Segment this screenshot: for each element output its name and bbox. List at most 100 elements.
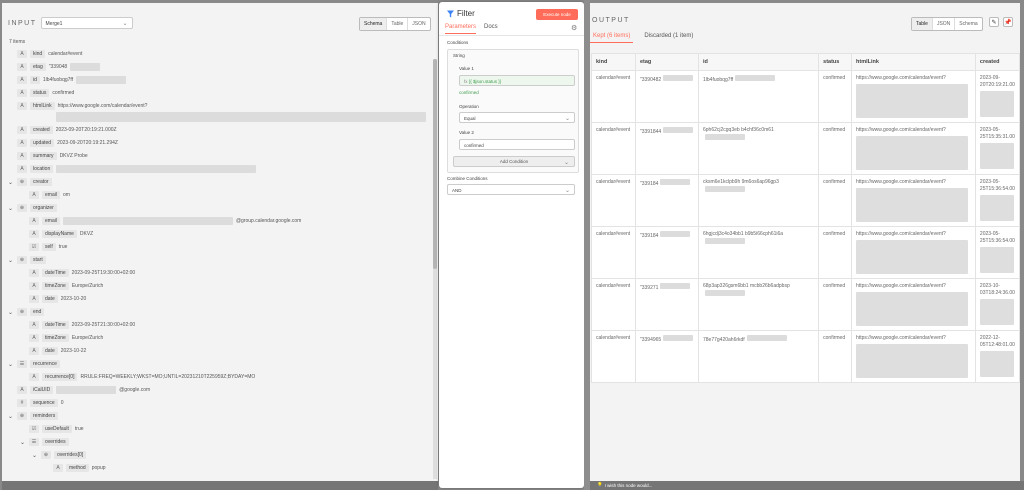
pin-icon[interactable]: 📌 <box>1003 17 1013 27</box>
table-row[interactable]: calendar#event "339184 cksm6e1kclpb9h 9m6o… <box>591 174 1021 227</box>
field-key[interactable]: timeZone <box>42 282 69 290</box>
field-key[interactable]: displayName <box>42 230 77 238</box>
cell-text: "3391844 <box>639 129 662 135</box>
cell-text: https://www.google.com/calendar/event? <box>856 179 946 185</box>
cell-text: confirmed <box>823 231 846 237</box>
field-key[interactable]: start <box>30 256 46 264</box>
field-type-icon: ☰ <box>17 360 27 368</box>
field-type-icon: A <box>17 126 27 134</box>
redacted-value <box>660 283 691 289</box>
feedback-link[interactable]: 💡 I wish this node would... <box>597 482 652 488</box>
redacted-value <box>979 247 1014 273</box>
cell-text: confirmed <box>823 283 846 289</box>
field-key[interactable]: method <box>66 464 89 472</box>
output-view-table[interactable]: Table <box>912 18 933 30</box>
node-select[interactable]: Merge1 ⌄ <box>40 17 133 29</box>
redacted-value <box>56 112 426 122</box>
value2-input[interactable]: confirmed <box>459 139 575 150</box>
cell-text: calendar#event <box>596 127 631 133</box>
cell-text: "339271 <box>639 285 659 291</box>
field-key[interactable]: end <box>30 308 45 316</box>
field-type-icon: A <box>17 152 27 160</box>
field-key[interactable]: recurrence <box>30 360 60 368</box>
chevron-down-icon[interactable]: ⌄ <box>8 361 14 368</box>
table-row[interactable]: calendar#event "3390482 1lb4fuobqg7ff confi… <box>591 70 1021 123</box>
field-type-icon: A <box>29 373 39 381</box>
output-view-schema[interactable]: Schema <box>955 18 981 30</box>
field-key[interactable]: created <box>30 126 53 134</box>
input-view-json[interactable]: JSON <box>408 18 429 30</box>
field-key[interactable]: overrides <box>42 438 69 446</box>
redacted-value <box>56 386 117 394</box>
string-label: String <box>453 53 465 58</box>
field-value: popup <box>91 465 106 471</box>
field-key[interactable]: etag <box>30 63 46 71</box>
field-key[interactable]: overrides[0] <box>54 451 87 459</box>
field-key[interactable]: useDefault <box>42 425 72 433</box>
edit-icon[interactable]: ✎ <box>989 17 999 27</box>
combine-select[interactable]: AND ⌄ <box>447 184 575 195</box>
field-key[interactable]: email <box>42 217 60 225</box>
field-key[interactable]: organizer <box>30 204 57 212</box>
field-key[interactable]: htmlLink <box>30 102 55 110</box>
redacted-value <box>979 351 1014 377</box>
field-key[interactable]: self <box>42 243 56 251</box>
table-row[interactable]: calendar#event "339184 6hgjcdj3c4o34bb1 b9… <box>591 226 1021 279</box>
chevron-down-icon[interactable]: ⌄ <box>8 179 14 186</box>
cell-text: https://www.google.com/calendar/event? <box>856 283 946 289</box>
field-key[interactable]: recurrence[0] <box>42 373 78 381</box>
add-condition-button[interactable]: Add Condition ⌄ <box>453 156 575 167</box>
schema-field: AiCalUID @google.com <box>8 385 150 395</box>
gear-icon[interactable]: ⚙ <box>571 24 577 32</box>
schema-field: ⌄ ⊕ overrides[0] <box>32 450 87 460</box>
table-row[interactable]: calendar#event "339271 68p3ap326gsm6bb1 mc… <box>591 278 1021 331</box>
field-key[interactable]: date <box>42 347 58 355</box>
field-key[interactable]: location <box>30 165 54 173</box>
field-key[interactable]: status <box>30 89 50 97</box>
field-key[interactable]: kind <box>30 50 46 58</box>
chevron-down-icon[interactable]: ⌄ <box>32 452 38 459</box>
tab-docs[interactable]: Docs <box>484 24 498 34</box>
value2-label: Value 2 <box>459 130 474 135</box>
field-key[interactable]: reminders <box>30 412 59 420</box>
field-key[interactable]: id <box>30 76 40 84</box>
tab-kept[interactable]: Kept (6 items) <box>590 31 634 43</box>
operation-select[interactable]: Equal ⌄ <box>459 112 575 123</box>
execute-node-button[interactable]: Execute node <box>536 9 578 20</box>
chevron-down-icon[interactable]: ⌄ <box>8 257 14 264</box>
table-cell-created: 2022-12-05T12:48:01.00 <box>974 330 1021 383</box>
field-key[interactable]: iCalUID <box>30 386 54 394</box>
field-key[interactable]: dateTime <box>42 321 69 329</box>
field-key[interactable]: summary <box>30 152 57 160</box>
field-key[interactable]: email <box>42 191 60 199</box>
chevron-down-icon[interactable]: ⌄ <box>20 439 26 446</box>
output-view-json[interactable]: JSON <box>933 18 956 30</box>
tab-parameters[interactable]: Parameters <box>445 24 477 34</box>
input-view-table[interactable]: Table <box>387 18 409 30</box>
cell-text: 2023-10-03T18:24:36.00 <box>979 283 1015 296</box>
field-key[interactable]: timeZone <box>42 334 69 342</box>
scrollbar-thumb[interactable] <box>433 59 437 269</box>
input-view-schema[interactable]: Schema <box>360 18 388 30</box>
chevron-down-icon[interactable]: ⌄ <box>8 413 14 420</box>
field-key[interactable]: date <box>42 295 58 303</box>
chevron-down-icon[interactable]: ⌄ <box>8 205 14 212</box>
table-row[interactable]: calendar#event "3394965 78e77g420ah6rkdf co… <box>591 330 1021 383</box>
table-cell-kind: calendar#event <box>591 122 636 175</box>
field-key[interactable]: dateTime <box>42 269 69 277</box>
table-row[interactable]: calendar#event "3391844 6ph62cj2cgq3eb b4c… <box>591 122 1021 175</box>
tab-discarded[interactable]: Discarded (1 item) <box>641 31 696 43</box>
value1-input[interactable]: fx {{ $json.status }} <box>459 75 575 86</box>
output-title: OUTPUT <box>592 17 630 24</box>
field-type-icon: ⊕ <box>17 308 27 316</box>
field-key[interactable]: updated <box>30 139 55 147</box>
schema-field: ☑ self true <box>20 242 67 252</box>
value1-expression: {{ $json.status }} <box>468 79 502 84</box>
node-select-value: Merge1 <box>45 21 63 27</box>
cell-text: "339184 <box>639 181 659 187</box>
field-key[interactable]: sequence <box>30 399 58 407</box>
schema-field: Aetag "339048 <box>8 62 101 72</box>
chevron-down-icon[interactable]: ⌄ <box>8 309 14 316</box>
schema-field: AdateTime 2023-09-25T21:30:00+02:00 <box>20 320 135 330</box>
field-key[interactable]: creator <box>30 178 52 186</box>
